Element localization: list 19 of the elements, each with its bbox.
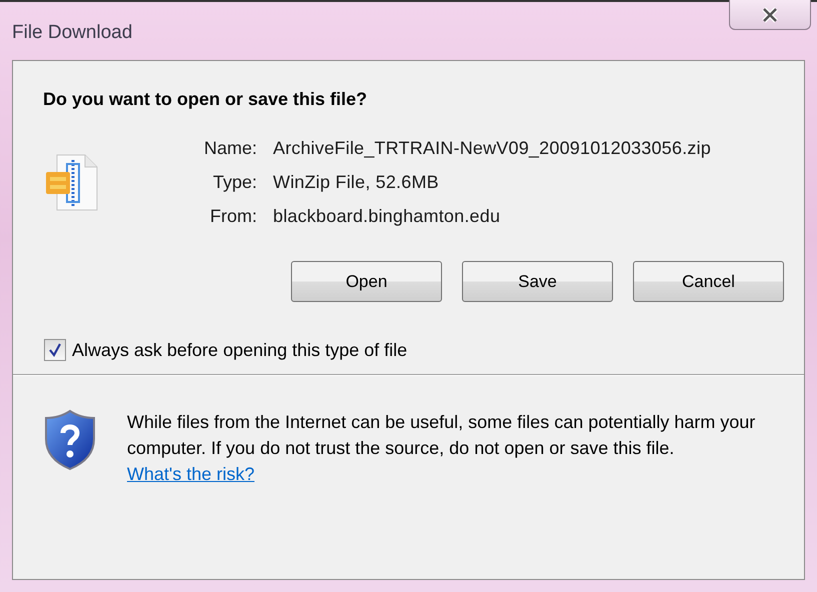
field-label: From: <box>209 206 257 227</box>
window-title: File Download <box>12 22 132 44</box>
checkbox[interactable] <box>44 339 66 361</box>
close-icon <box>761 6 779 22</box>
field-label: Name: <box>202 138 257 159</box>
check-mark-icon <box>47 342 63 358</box>
field-value: ArchiveFile_TRTRAIN-NewV09_20091012033056.zip <box>273 138 711 159</box>
dialog-button[interactable]: Cancel <box>633 261 784 302</box>
field-value: WinZip File, 52.6MB <box>273 172 440 193</box>
checkbox-label: Always ask before opening this type of file <box>72 340 408 360</box>
field-label: Type: <box>212 172 257 193</box>
dialog-button[interactable]: Save <box>462 261 613 302</box>
risk-link[interactable]: What's the risk? <box>127 464 254 484</box>
dialog-question: Do you want to open or save this file? <box>43 89 368 110</box>
dialog-button[interactable]: Open <box>291 261 442 302</box>
security-shield-icon <box>43 409 97 471</box>
warning-message: While files from the Internet can be useful, some files can potentially harm your computer. If you do not trust the source, do not open or save this file. What's the risk? <box>127 411 756 486</box>
field-value: blackboard.binghamton.edu <box>273 206 502 227</box>
close-button[interactable] <box>729 0 811 30</box>
